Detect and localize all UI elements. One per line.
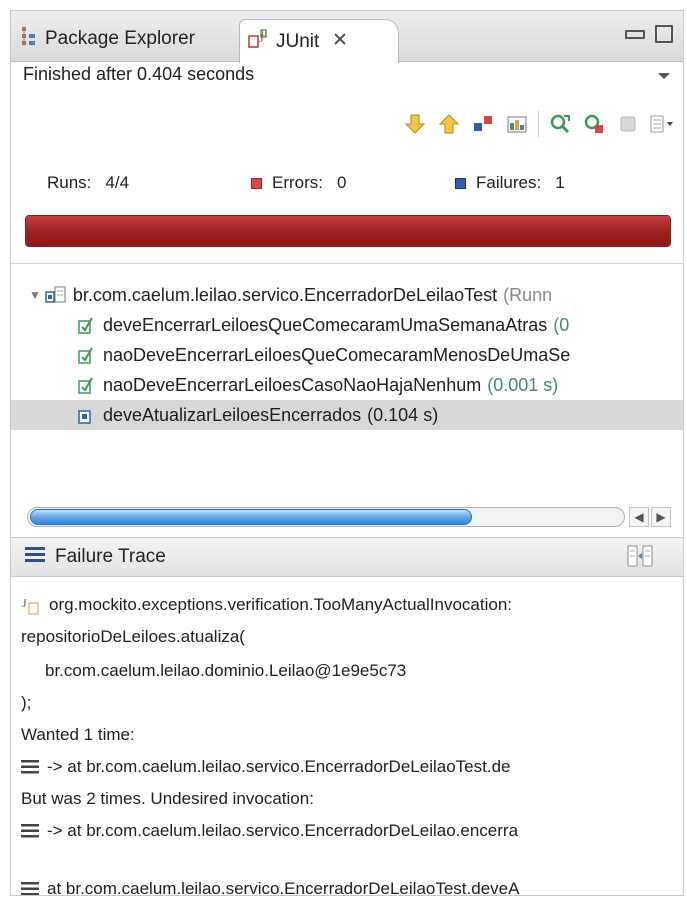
scrollbar-track[interactable] [27, 507, 625, 527]
test-time: (0 [553, 314, 570, 335]
runs-value: 4/4 [105, 173, 130, 192]
trace-line-text: But was 2 times. Undesired invocation: [21, 789, 314, 808]
test-passed-icon [77, 375, 97, 395]
test-tree: ▼ br.com.caelum.leilao.servico.Encerrado… [11, 263, 683, 504]
show-failures-only-icon[interactable] [470, 111, 496, 137]
test-passed-icon [77, 345, 97, 365]
stop-icon[interactable] [615, 111, 641, 137]
expand-triangle-icon[interactable]: ▼ [29, 288, 41, 302]
suite-time: (Runn [503, 284, 553, 305]
runs-label: Runs: [47, 173, 92, 192]
trace-line[interactable]: J org.mockito.exceptions.verification.To… [21, 595, 512, 615]
trace-line-text: repositorioDeLeiloes.atualiza( [21, 627, 245, 646]
trace-line[interactable]: ); [21, 693, 31, 713]
failure-trace-label: Failure Trace [55, 546, 166, 567]
tab-package-explorer[interactable]: Package Explorer [21, 17, 195, 61]
stack-frame-icon [21, 882, 39, 895]
trace-line-text: org.mockito.exceptions.verification.TooM… [49, 595, 513, 614]
errors-label: Errors: [272, 173, 323, 192]
maximize-icon[interactable] [655, 25, 673, 43]
svg-text:U: U [262, 31, 267, 38]
tree-horizontal-scrollbar[interactable]: ◀ ▶ [27, 503, 671, 529]
stack-frame-icon [21, 824, 39, 838]
svg-text:J: J [22, 596, 27, 610]
errors-counter: Errors: 0 [251, 173, 346, 193]
rerun-test-icon[interactable] [547, 111, 573, 137]
scroll-left-icon[interactable]: ◀ [629, 507, 649, 527]
close-icon[interactable] [333, 32, 347, 51]
trace-line-text: -> at br.com.caelum.leilao.servico.Encer… [47, 757, 511, 776]
tree-suite-node[interactable]: ▼ br.com.caelum.leilao.servico.Encerrado… [11, 280, 683, 310]
errors-value: 0 [337, 173, 347, 192]
tree-test-node[interactable]: deveEncerrarLeiloesQueComecaramUmaSemana… [11, 310, 683, 340]
view-controls [625, 25, 673, 43]
test-name: naoDeveEncerrarLeiloesQueComecaramMenosD… [103, 344, 571, 365]
scroll-right-icon[interactable]: ▶ [651, 507, 671, 527]
tab-junit-label: JUnit [276, 30, 320, 52]
trace-line-text: br.com.caelum.leilao.dominio.Leilao@1e9e… [45, 661, 407, 680]
stack-frame-icon [21, 760, 39, 774]
tab-package-explorer-label: Package Explorer [45, 28, 195, 49]
tree-test-node[interactable]: naoDeveEncerrarLeiloesCasoNaoHajaNenhum … [11, 370, 683, 400]
scrollbar-thumb[interactable] [30, 509, 472, 525]
trace-line[interactable]: Wanted 1 time: [21, 725, 135, 745]
runs-counter: Runs: 4/4 [47, 173, 129, 193]
failure-trace-content[interactable]: J org.mockito.exceptions.verification.To… [11, 577, 683, 895]
trace-line-text: ); [21, 693, 32, 712]
previous-failure-icon[interactable] [436, 111, 462, 137]
test-name: deveAtualizarLeiloesEncerrados [103, 404, 362, 425]
test-name: deveEncerrarLeiloesQueComecaramUmaSemana… [103, 314, 548, 335]
package-explorer-icon [21, 26, 37, 52]
test-progress-bar [25, 215, 671, 247]
minimize-icon[interactable] [625, 29, 645, 39]
junit-icon: J U [248, 28, 268, 55]
junit-toolbar [402, 111, 675, 137]
test-suite-failed-icon [45, 285, 67, 305]
failure-trace-header: Failure Trace [11, 537, 683, 577]
toolbar-separator [538, 111, 539, 137]
failures-label: Failures: [476, 173, 542, 192]
history-icon[interactable] [649, 111, 675, 137]
tab-junit[interactable]: J U JUnit [239, 19, 399, 63]
test-failed-icon [77, 405, 97, 425]
trace-line[interactable]: at br.com.caelum.leilao.servico.Encerrad… [21, 879, 520, 896]
trace-line[interactable]: But was 2 times. Undesired invocation: [21, 789, 314, 809]
exception-icon: J [21, 595, 41, 615]
trace-line[interactable]: -> at br.com.caelum.leilao.servico.Encer… [21, 757, 510, 777]
next-failure-icon[interactable] [402, 111, 428, 137]
failure-trace-title: Failure Trace [25, 546, 166, 568]
error-marker-icon [251, 177, 262, 189]
trace-line-text: at br.com.caelum.leilao.servico.Encerrad… [47, 879, 520, 896]
tree-test-node[interactable]: naoDeveEncerrarLeiloesQueComecaramMenosD… [11, 340, 683, 370]
trace-line[interactable]: -> at br.com.caelum.leilao.servico.Encer… [21, 821, 518, 841]
progress-fill [26, 216, 670, 246]
chevron-down-icon[interactable] [657, 69, 671, 84]
junit-view: Package Explorer J U JUnit Finished afte… [10, 10, 684, 896]
failure-marker-icon [455, 177, 466, 189]
test-counters: Runs: 4/4 Errors: 0 Failures: 1 [11, 171, 683, 203]
trace-line[interactable]: br.com.caelum.leilao.dominio.Leilao@1e9e… [45, 661, 406, 681]
compare-result-icon[interactable] [627, 544, 653, 573]
scroll-arrows: ◀ ▶ [629, 507, 671, 527]
test-time: (0.104 s) [367, 404, 439, 425]
view-tab-bar: Package Explorer J U JUnit [11, 11, 683, 63]
trace-line[interactable]: repositorioDeLeiloes.atualiza( [21, 627, 245, 647]
tree-test-node-selected[interactable]: deveAtualizarLeiloesEncerrados (0.104 s) [11, 400, 683, 430]
scroll-lock-icon[interactable] [504, 111, 530, 137]
run-status: Finished after 0.404 seconds [23, 64, 255, 84]
test-time: (0.001 s) [487, 374, 559, 395]
failures-value: 1 [555, 173, 565, 192]
test-passed-icon [77, 315, 97, 335]
rerun-failed-first-icon[interactable] [581, 111, 607, 137]
stack-trace-icon [25, 546, 45, 568]
test-name: naoDeveEncerrarLeiloesCasoNaoHajaNenhum [103, 374, 482, 395]
trace-line-text: -> at br.com.caelum.leilao.servico.Encer… [47, 821, 519, 840]
suite-name: br.com.caelum.leilao.servico.EncerradorD… [72, 284, 498, 305]
trace-line-text: Wanted 1 time: [21, 725, 135, 744]
failures-counter: Failures: 1 [455, 173, 565, 193]
